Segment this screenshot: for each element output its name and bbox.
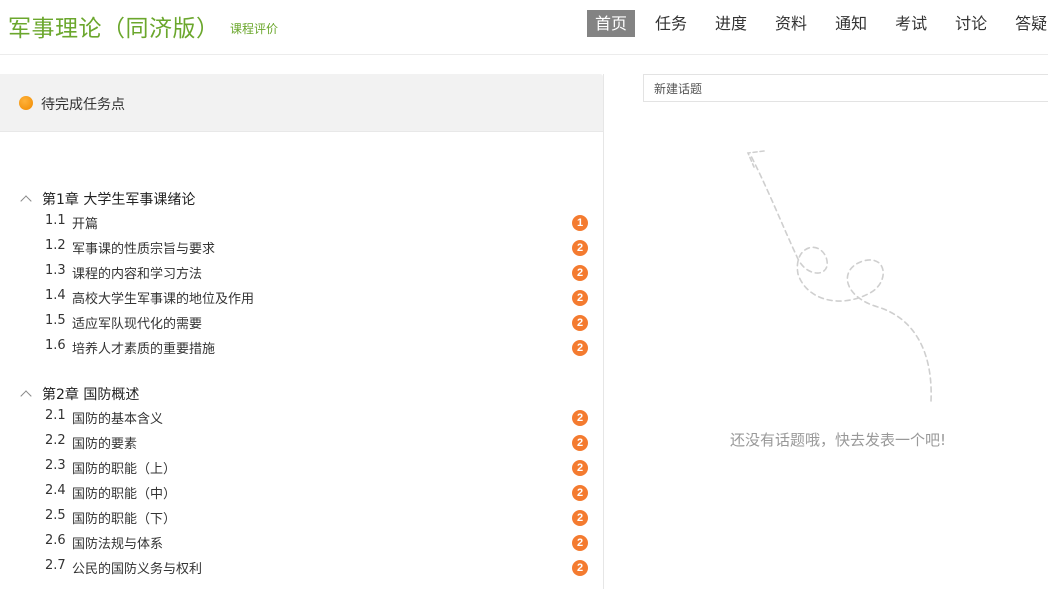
section-title[interactable]: 军事课的性质宗旨与要求 (72, 238, 215, 257)
section-item[interactable]: 1.5 适应军队现代化的需要 2 (0, 310, 603, 335)
section-item[interactable]: 2.2 国防的要素 2 (0, 430, 603, 455)
task-count-badge: 2 (572, 410, 588, 426)
section-title[interactable]: 国防法规与体系 (72, 533, 163, 552)
chevron-up-icon[interactable] (20, 390, 32, 402)
section-item[interactable]: 1.3 课程的内容和学习方法 2 (0, 260, 603, 285)
nav-item-discussion[interactable]: 讨论 (947, 10, 995, 37)
task-count-badge: 2 (572, 435, 588, 451)
section-number: 2.4 (45, 483, 66, 498)
course-review-link[interactable]: 课程评价 (230, 20, 278, 37)
nav-item-home[interactable]: 首页 (587, 10, 636, 37)
nav-item-notices[interactable]: 通知 (827, 10, 875, 37)
section-item[interactable]: 2.7 公民的国防义务与权利 2 (0, 555, 603, 580)
section-number: 1.4 (45, 288, 66, 303)
task-count-badge: 2 (572, 290, 588, 306)
chapter-title: 第1章 大学生军事课绪论 (42, 192, 196, 208)
task-count-badge: 2 (572, 485, 588, 501)
task-count-badge: 2 (572, 340, 588, 356)
pending-tasks-header: 待完成任务点 (0, 74, 603, 132)
section-item[interactable]: 2.6 国防法规与体系 2 (0, 530, 603, 555)
course-header: 军事理论（同济版） 课程评价 首页 任务 进度 资料 通知 考试 讨论 答疑 (0, 0, 1048, 55)
task-count-badge: 2 (572, 560, 588, 576)
dashed-arrow-icon (746, 150, 932, 402)
section-title[interactable]: 培养人才素质的重要措施 (72, 338, 215, 357)
chevron-up-icon[interactable] (20, 195, 32, 207)
section-number: 1.1 (45, 213, 66, 228)
discussion-panel: 新建话题 还没有话题哦，快去发表一个吧! (643, 74, 1048, 589)
section-item[interactable]: 1.2 军事课的性质宗旨与要求 2 (0, 235, 603, 260)
task-count-badge: 2 (572, 265, 588, 281)
empty-topics-message: 还没有话题哦，快去发表一个吧! (730, 431, 947, 449)
chapter-panel: 待完成任务点 第1章 大学生军事课绪论 1.1 开篇 1 1.2 军事课的性质宗… (0, 74, 604, 589)
section-number: 2.3 (45, 458, 66, 473)
nav-item-tasks[interactable]: 任务 (647, 10, 695, 37)
section-title[interactable]: 国防的职能（中） (72, 483, 176, 502)
section-number: 2.1 (45, 408, 66, 423)
section-item[interactable]: 2.3 国防的职能（上） 2 (0, 455, 603, 480)
section-number: 1.6 (45, 338, 66, 353)
course-nav: 首页 任务 进度 资料 通知 考试 讨论 答疑 (587, 10, 1048, 37)
nav-item-progress[interactable]: 进度 (707, 10, 755, 37)
chapter-title: 第2章 国防概述 (42, 387, 140, 403)
task-count-badge: 1 (572, 215, 588, 231)
task-count-badge: 2 (572, 510, 588, 526)
section-item[interactable]: 1.4 高校大学生军事课的地位及作用 2 (0, 285, 603, 310)
section-number: 1.3 (45, 263, 66, 278)
section-number: 2.5 (45, 508, 66, 523)
section-title[interactable]: 国防的基本含义 (72, 408, 163, 427)
section-number: 1.5 (45, 313, 66, 328)
new-topic-input[interactable]: 新建话题 (643, 74, 1048, 102)
section-title[interactable]: 国防的要素 (72, 433, 137, 452)
chapter-header[interactable]: 第2章 国防概述 (20, 384, 140, 404)
section-title[interactable]: 开篇 (72, 213, 98, 232)
section-title[interactable]: 公民的国防义务与权利 (72, 558, 202, 577)
task-count-badge: 2 (572, 535, 588, 551)
chapter-header[interactable]: 第1章 大学生军事课绪论 (20, 189, 196, 209)
course-title[interactable]: 军事理论（同济版） (8, 9, 220, 43)
section-number: 1.2 (45, 238, 66, 253)
nav-item-exams[interactable]: 考试 (887, 10, 935, 37)
section-item[interactable]: 2.4 国防的职能（中） 2 (0, 480, 603, 505)
section-item[interactable]: 2.1 国防的基本含义 2 (0, 405, 603, 430)
section-title[interactable]: 课程的内容和学习方法 (72, 263, 202, 282)
nav-item-materials[interactable]: 资料 (767, 10, 815, 37)
pending-dot-icon (19, 96, 33, 110)
section-item[interactable]: 2.5 国防的职能（下） 2 (0, 505, 603, 530)
section-number: 2.6 (45, 533, 66, 548)
section-title[interactable]: 适应军队现代化的需要 (72, 313, 202, 332)
section-number: 2.2 (45, 433, 66, 448)
task-count-badge: 2 (572, 460, 588, 476)
pending-tasks-label: 待完成任务点 (41, 97, 125, 113)
nav-item-qa[interactable]: 答疑 (1007, 10, 1048, 37)
section-title[interactable]: 国防的职能（上） (72, 458, 176, 477)
section-title[interactable]: 国防的职能（下） (72, 508, 176, 527)
section-item[interactable]: 1.1 开篇 1 (0, 210, 603, 235)
task-count-badge: 2 (572, 315, 588, 331)
section-number: 2.7 (45, 558, 66, 573)
section-item[interactable]: 1.6 培养人才素质的重要措施 2 (0, 335, 603, 360)
task-count-badge: 2 (572, 240, 588, 256)
section-title[interactable]: 高校大学生军事课的地位及作用 (72, 288, 254, 307)
